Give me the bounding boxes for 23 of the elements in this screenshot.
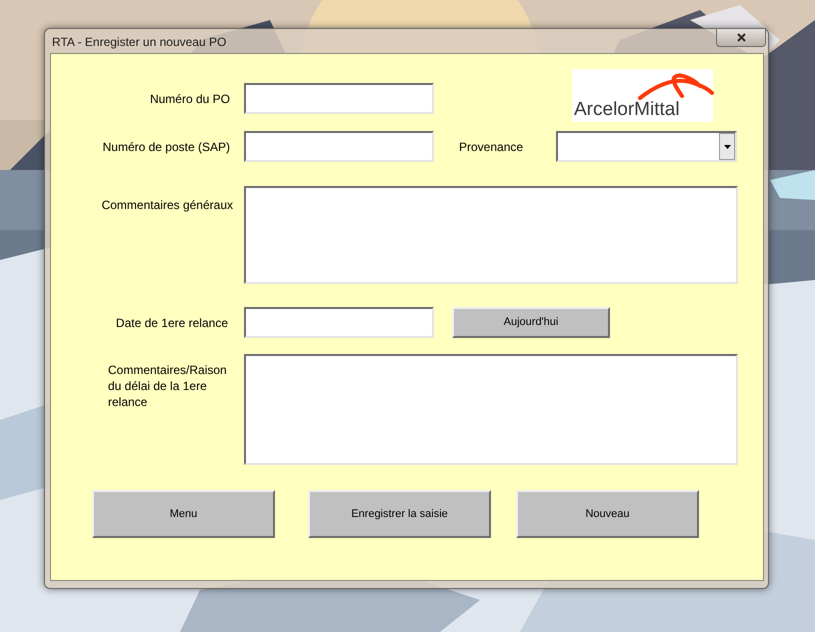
menu-button[interactable]: Menu	[92, 490, 275, 538]
field-label: Date de 1ere relance	[114, 314, 228, 332]
dropdown-arrow-button[interactable]	[719, 133, 735, 160]
window-title: RTA - Enregister un nouveau PO	[52, 35, 226, 49]
field-label: Numéro du PO	[148, 90, 230, 108]
field-label: Numéro de poste (SAP)	[102, 138, 230, 156]
provenance-dropdown[interactable]	[556, 131, 737, 162]
today-button[interactable]: Aujourd'hui	[452, 307, 610, 338]
field-label: Commentaires/Raison du délai de la 1ere relance	[108, 362, 228, 410]
new-button[interactable]: Nouveau	[516, 490, 699, 538]
post-number-field[interactable]	[244, 131, 434, 162]
caret-icon	[724, 144, 730, 148]
logo-text: ArcelorMittal	[574, 99, 680, 121]
close-icon	[736, 33, 746, 42]
save-button[interactable]: Enregistrer la saisie	[308, 490, 491, 538]
field-label: Provenance	[459, 138, 524, 156]
field-label: Commentaires généraux	[100, 197, 233, 214]
swoosh-icon	[638, 72, 714, 100]
close-button[interactable]	[716, 28, 766, 47]
general-comments-field[interactable]	[244, 186, 738, 284]
reminder-comments-field[interactable]	[244, 354, 738, 465]
po-number-field[interactable]	[244, 83, 434, 114]
reminder-date-field[interactable]	[244, 307, 434, 338]
